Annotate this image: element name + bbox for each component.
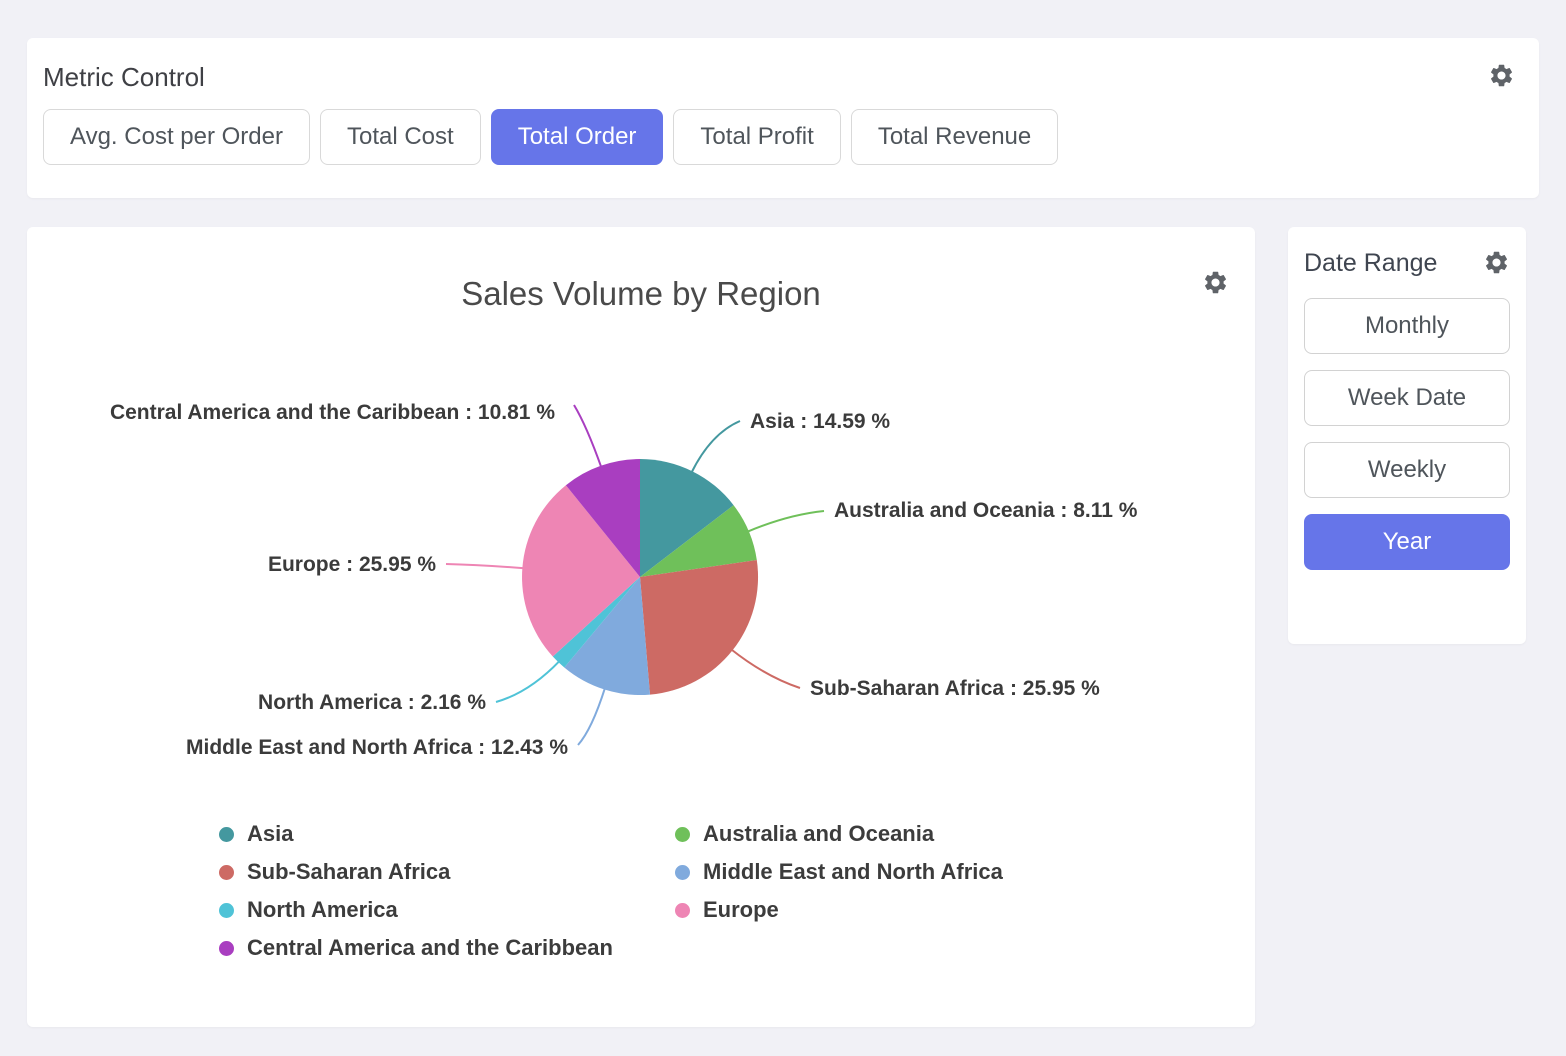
metric-button-total-order[interactable]: Total Order — [491, 109, 664, 165]
chart-card: Sales Volume by Region Asia : 14.59 % Aus… — [27, 227, 1255, 1027]
metric-button-total-profit[interactable]: Total Profit — [673, 109, 840, 165]
legend-label: Middle East and North Africa — [703, 859, 1003, 885]
legend-label: North America — [247, 897, 398, 923]
pie-label-line-sub-saharan-africa — [731, 649, 800, 688]
legend-label: Sub-Saharan Africa — [247, 859, 450, 885]
pie-label-line-central-america-and-the-caribbean — [574, 405, 601, 468]
legend-item-asia[interactable]: Asia — [219, 815, 675, 853]
date-range-button-week-date[interactable]: Week Date — [1304, 370, 1510, 426]
metric-button-total-revenue[interactable]: Total Revenue — [851, 109, 1058, 165]
pie-label-north-america: North America : 2.16 % — [258, 691, 486, 714]
legend-label: Central America and the Caribbean — [247, 935, 613, 961]
pie-label-sub-saharan-africa: Sub-Saharan Africa : 25.95 % — [810, 677, 1100, 700]
legend-label: Asia — [247, 821, 293, 847]
pie-label-line-australia-and-oceania — [747, 511, 824, 532]
date-range-button-weekly[interactable]: Weekly — [1304, 442, 1510, 498]
pie-label-australia-and-oceania: Australia and Oceania : 8.11 % — [834, 499, 1138, 522]
legend-dot-sub-saharan-africa — [219, 865, 234, 880]
legend-item-north-america[interactable]: North America — [219, 891, 675, 929]
pie-label-central-america-and-the-caribbean: Central America and the Caribbean : 10.8… — [110, 401, 555, 424]
metric-button-total-cost[interactable]: Total Cost — [320, 109, 481, 165]
pie-label-asia: Asia : 14.59 % — [750, 410, 890, 433]
legend-item-europe[interactable]: Europe — [675, 891, 1003, 929]
pie-label-middle-east-and-north-africa: Middle East and North Africa : 12.43 % — [186, 736, 568, 759]
legend-column-1: Asia Sub-Saharan Africa North America Centr… — [219, 815, 675, 967]
metric-settings-gear-icon[interactable] — [1488, 62, 1515, 89]
metric-control-card: Metric Control Avg. Cost per OrderTotal … — [27, 38, 1539, 198]
legend-item-central-america-and-the-caribbean[interactable]: Central America and the Caribbean — [219, 929, 675, 967]
date-range-gear-icon[interactable] — [1483, 249, 1510, 276]
legend-column-2: Australia and Oceania Middle East and Nor… — [675, 815, 1003, 967]
pie-label-line-asia — [691, 421, 740, 473]
date-range-button-monthly[interactable]: Monthly — [1304, 298, 1510, 354]
legend-dot-north-america — [219, 903, 234, 918]
legend-item-australia-and-oceania[interactable]: Australia and Oceania — [675, 815, 1003, 853]
metric-buttons: Avg. Cost per OrderTotal CostTotal Order… — [43, 109, 1515, 165]
legend-dot-australia-and-oceania — [675, 827, 690, 842]
legend-dot-europe — [675, 903, 690, 918]
pie-label-europe: Europe : 25.95 % — [268, 553, 436, 576]
date-range-button-year[interactable]: Year — [1304, 514, 1510, 570]
legend-dot-central-america-and-the-caribbean — [219, 941, 234, 956]
legend-label: Europe — [703, 897, 779, 923]
chart-settings-gear-icon[interactable] — [1202, 269, 1229, 296]
metric-button-avg-cost-per-order[interactable]: Avg. Cost per Order — [43, 109, 310, 165]
date-range-buttons: Monthly Week Date Weekly Year — [1304, 298, 1510, 570]
date-range-card: Date Range Monthly Week Date Weekly Year — [1288, 227, 1526, 644]
date-range-title: Date Range — [1304, 249, 1437, 278]
metric-control-title: Metric Control — [43, 62, 205, 93]
legend-item-sub-saharan-africa[interactable]: Sub-Saharan Africa — [219, 853, 675, 891]
legend-dot-asia — [219, 827, 234, 842]
legend-label: Australia and Oceania — [703, 821, 934, 847]
chart-legend: Asia Sub-Saharan Africa North America Centr… — [219, 815, 1003, 967]
chart-title: Sales Volume by Region — [27, 275, 1255, 313]
pie-label-line-middle-east-and-north-africa — [578, 688, 605, 745]
legend-dot-middle-east-and-north-africa — [675, 865, 690, 880]
legend-item-middle-east-and-north-africa[interactable]: Middle East and North Africa — [675, 853, 1003, 891]
pie-label-line-europe — [446, 564, 524, 568]
pie-label-line-north-america — [496, 661, 560, 702]
pie-slice-sub-saharan-africa[interactable] — [640, 560, 758, 695]
